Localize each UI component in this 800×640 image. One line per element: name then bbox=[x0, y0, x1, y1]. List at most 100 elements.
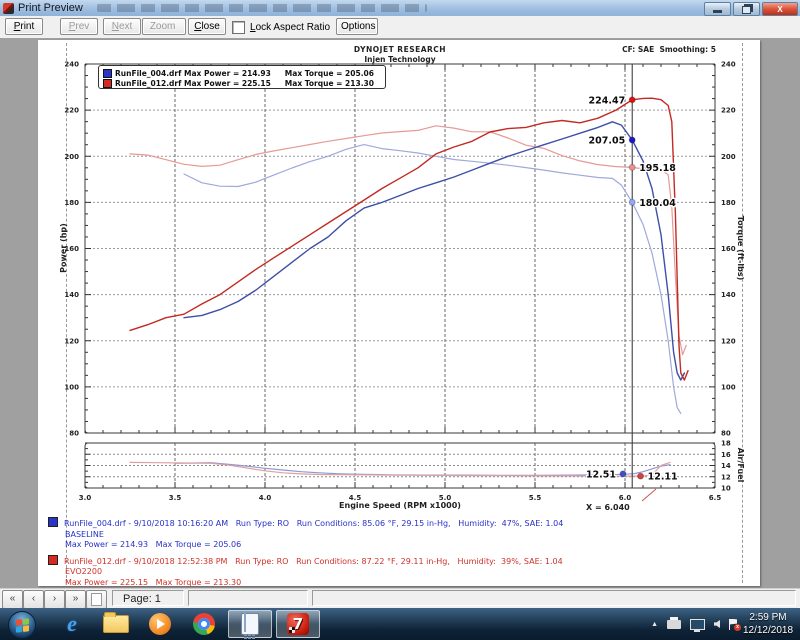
taskbar-item-chrome[interactable] bbox=[184, 610, 224, 638]
taskbar-clock[interactable]: 2:59 PM 12/12/2018 bbox=[740, 611, 796, 637]
power-plot-border bbox=[85, 64, 715, 433]
calculator-icon bbox=[241, 613, 259, 635]
x-tick-label: 3.0 bbox=[79, 494, 92, 502]
torque-tick-label: 140 bbox=[721, 291, 736, 299]
internet-explorer-icon: e bbox=[67, 611, 77, 637]
legend-swatch-red bbox=[103, 79, 112, 88]
torque-axis-title: Torque (ft-lbs) bbox=[736, 216, 745, 281]
power-axis-title: Power (hp) bbox=[59, 223, 68, 273]
run-name: BASELINE bbox=[65, 530, 563, 541]
af-tick-label: 10 bbox=[721, 485, 731, 493]
system-tray: ▲ x bbox=[651, 608, 738, 640]
lock-aspect-ratio-label: Lock Aspect Ratio bbox=[250, 22, 330, 33]
legend-swatch-blue bbox=[103, 69, 112, 78]
torque-tick-label: 100 bbox=[721, 383, 736, 391]
power-tick-label: 180 bbox=[64, 199, 79, 207]
run-stats: Max Power = 214.93 Max Torque = 205.06 bbox=[65, 540, 563, 551]
legend-torque: Max Torque = 213.30 bbox=[285, 79, 374, 88]
taskbar-item-file-explorer[interactable] bbox=[96, 610, 136, 638]
torque-tick-label: 120 bbox=[721, 337, 736, 345]
torque-tick-label: 160 bbox=[721, 245, 736, 253]
data-point-marker bbox=[620, 471, 626, 477]
torque-tick-label: 220 bbox=[721, 107, 736, 115]
taskbar-item-internet-explorer[interactable]: e bbox=[52, 610, 92, 638]
run-name: EVO2200 bbox=[65, 567, 563, 578]
last-page-button[interactable]: » bbox=[65, 590, 86, 609]
data-point-label: 224.47 bbox=[589, 95, 626, 106]
data-point-label: 12.51 bbox=[586, 469, 616, 480]
legend-text: RunFile_012.drf Max Power = 225.15 bbox=[115, 79, 271, 88]
statusbar: « ‹ › » Page: 1 bbox=[0, 588, 800, 609]
chrome-icon bbox=[193, 613, 215, 635]
options-button[interactable]: Options bbox=[336, 18, 378, 35]
prev-page-button[interactable]: ‹ bbox=[23, 590, 44, 609]
network-tray-icon[interactable] bbox=[690, 619, 705, 630]
start-button[interactable] bbox=[8, 611, 36, 639]
af-tick-label: 18 bbox=[721, 440, 731, 448]
x-tick-label: 3.5 bbox=[169, 494, 182, 502]
power-tick-label: 200 bbox=[64, 153, 79, 161]
minimize-button[interactable] bbox=[704, 2, 731, 16]
page-icon bbox=[91, 593, 102, 606]
data-point-label: 195.18 bbox=[639, 163, 676, 174]
taskbar-item-dyno-app[interactable]: 7 bbox=[276, 610, 320, 638]
prev-button[interactable]: Prev bbox=[60, 18, 98, 35]
power-tick-label: 140 bbox=[64, 291, 79, 299]
cursor-pointer-line bbox=[642, 489, 656, 501]
windows-logo-icon bbox=[16, 618, 29, 632]
print-button[interactable]: Print bbox=[5, 18, 43, 35]
lock-aspect-ratio-control: Lock Aspect Ratio bbox=[232, 19, 330, 35]
taskbar-item-media-player[interactable] bbox=[140, 610, 180, 638]
volume-tray-icon[interactable] bbox=[714, 620, 720, 628]
run-swatch-blue bbox=[48, 517, 58, 527]
folder-icon bbox=[103, 615, 129, 633]
clock-date: 12/12/2018 bbox=[740, 624, 796, 637]
printer-tray-icon[interactable] bbox=[667, 620, 681, 629]
restore-button[interactable] bbox=[733, 2, 760, 16]
window-title: Print Preview bbox=[18, 0, 83, 16]
taskbar-item-calculator[interactable] bbox=[228, 610, 272, 638]
torque-blue-runfile004-curve bbox=[184, 145, 681, 414]
clock-time: 2:59 PM bbox=[740, 611, 796, 624]
first-page-button[interactable]: « bbox=[2, 590, 23, 609]
torque-red-runfile012-curve bbox=[130, 126, 686, 355]
legend-text: RunFile_004.drf Max Power = 214.93 bbox=[115, 69, 271, 78]
cursor-x-readout: X = 6.040 bbox=[586, 503, 630, 512]
action-center-tray-icon[interactable]: x bbox=[729, 619, 738, 630]
af-tick-label: 12 bbox=[721, 473, 731, 481]
run-info-footer: RunFile_004.drf - 9/10/2018 10:16:20 AM … bbox=[48, 517, 563, 592]
next-page-button[interactable]: › bbox=[44, 590, 65, 609]
power-tick-label: 120 bbox=[64, 337, 79, 345]
dyno-app-icon: 7 bbox=[287, 613, 309, 635]
af-tick-label: 14 bbox=[721, 462, 731, 470]
data-point-marker bbox=[629, 164, 635, 170]
print-preview-area: DYNOJET RESEARCH Injen Technology CF: SA… bbox=[0, 38, 800, 588]
torque-tick-label: 180 bbox=[721, 199, 736, 207]
titlebar-document-path bbox=[97, 4, 427, 12]
lock-aspect-ratio-checkbox[interactable] bbox=[232, 21, 245, 34]
page-number-label: Page: 1 bbox=[123, 593, 161, 605]
media-player-icon bbox=[149, 613, 171, 635]
data-point-marker bbox=[629, 137, 635, 143]
close-preview-button[interactable]: Close bbox=[188, 18, 226, 35]
torque-tick-label: 240 bbox=[721, 61, 736, 69]
data-point-label: 12.11 bbox=[648, 472, 678, 483]
zoom-out-button[interactable]: Zoom Out bbox=[142, 18, 186, 35]
x-tick-label: 6.5 bbox=[709, 494, 722, 502]
status-panel bbox=[312, 590, 796, 606]
titlebar: Print Preview X bbox=[0, 0, 800, 17]
data-point-label: 207.05 bbox=[589, 135, 626, 146]
legend-row-baseline: RunFile_004.drf Max Power = 214.93 Max T… bbox=[103, 68, 385, 78]
goto-page-button[interactable] bbox=[86, 590, 107, 609]
app-icon bbox=[3, 3, 14, 14]
power-tick-label: 80 bbox=[69, 430, 79, 438]
close-window-button[interactable]: X bbox=[762, 2, 798, 16]
next-button[interactable]: Next bbox=[103, 18, 141, 35]
legend-torque: Max Torque = 205.06 bbox=[285, 69, 374, 78]
x-axis-title: Engine Speed (RPM x1000) bbox=[250, 501, 550, 510]
status-panel bbox=[188, 590, 308, 606]
show-hidden-icons-button[interactable]: ▲ bbox=[651, 621, 658, 628]
run-details: RunFile_004.drf - 9/10/2018 10:16:20 AM … bbox=[64, 519, 563, 528]
page-number-panel: Page: 1 bbox=[112, 590, 184, 606]
data-point-marker bbox=[629, 97, 635, 103]
